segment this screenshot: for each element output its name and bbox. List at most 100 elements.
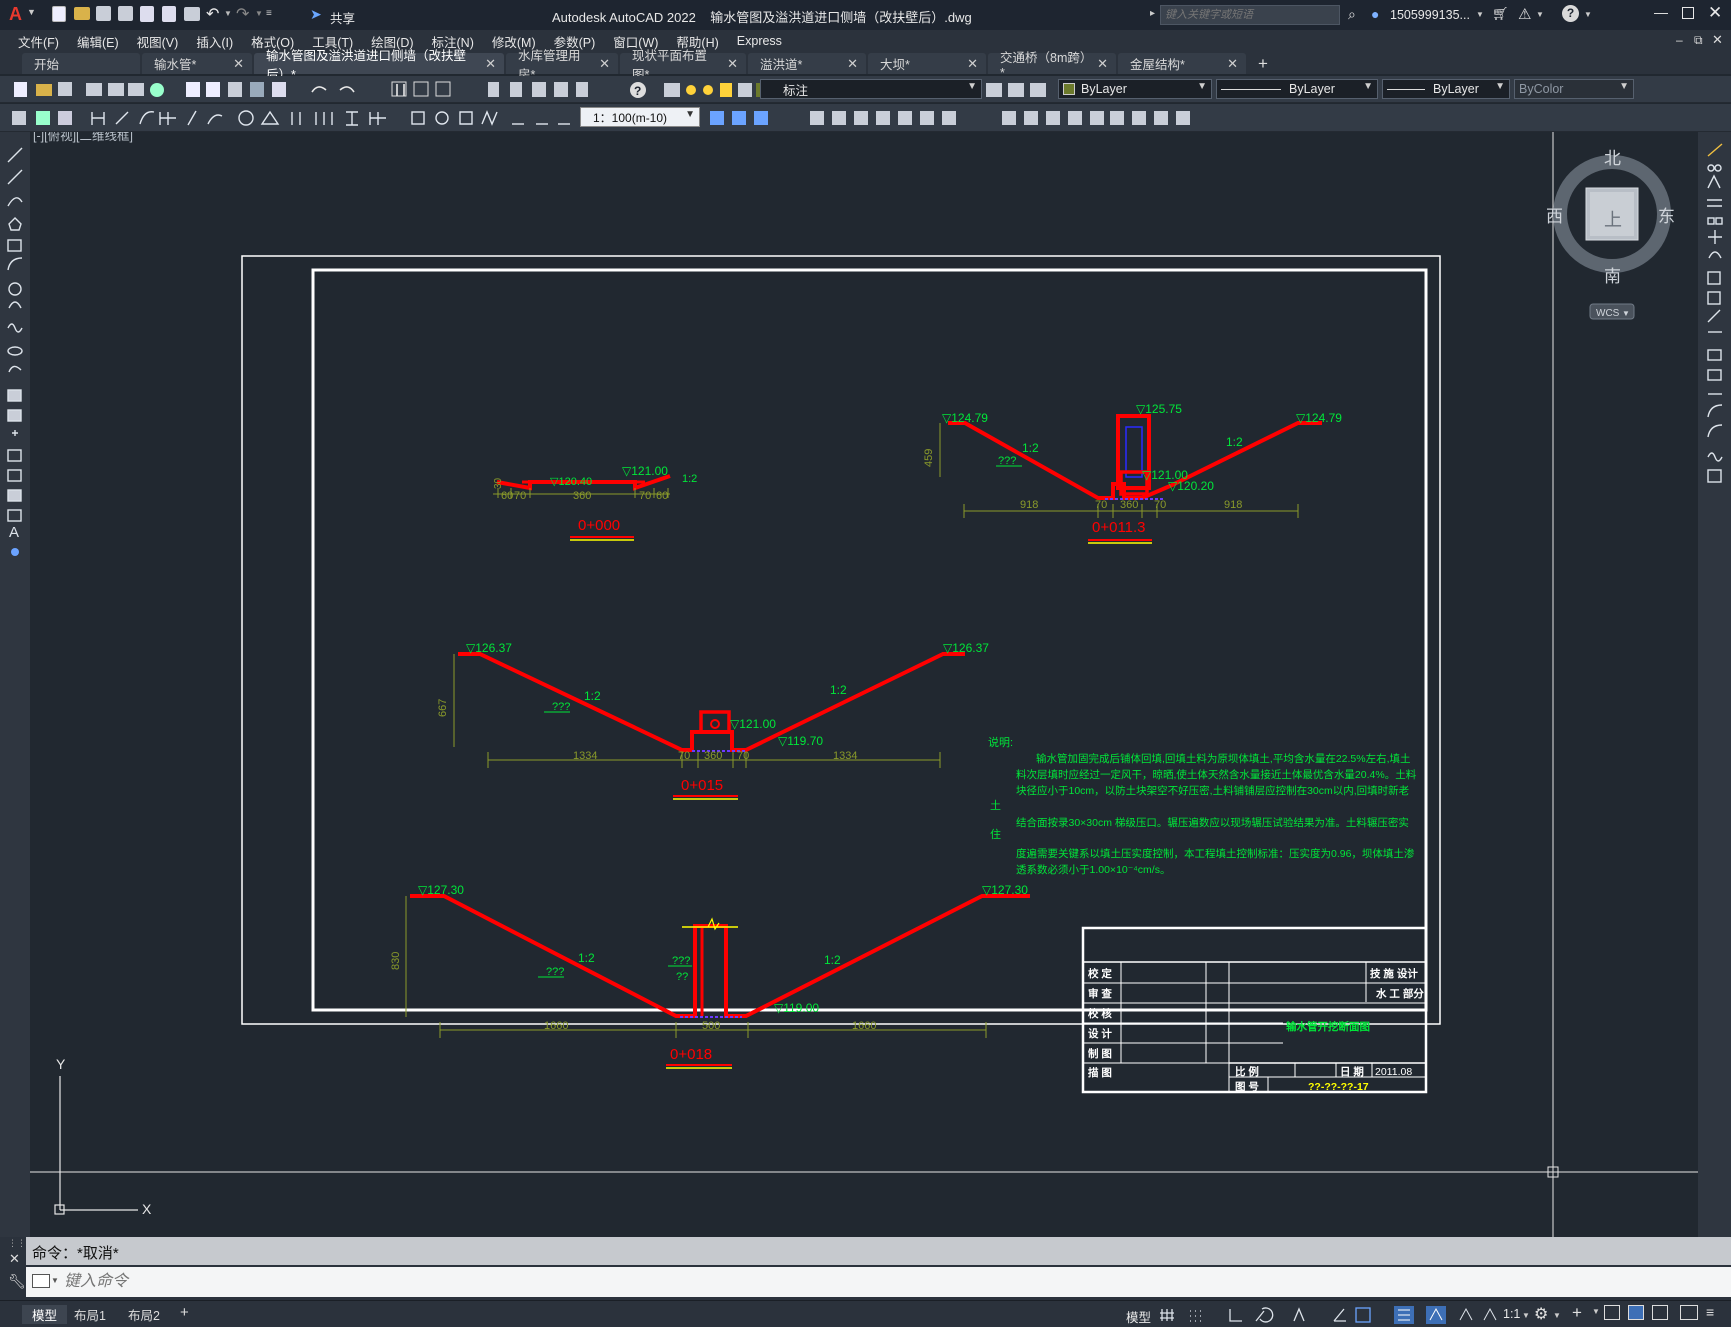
search-input[interactable] — [1160, 5, 1340, 25]
menu-express[interactable]: Express — [728, 34, 791, 48]
doc-close-icon[interactable]: ✕ — [1712, 32, 1723, 48]
redo-icon[interactable]: ↷ — [236, 4, 249, 24]
drawing-canvas[interactable]: [-][俯视][二维线框] 60 70 360 70 60 30 ▽121.00… — [30, 132, 1698, 1237]
open-icon[interactable] — [74, 7, 90, 20]
command-prompt-dropdown-icon[interactable]: ▼ — [51, 1276, 59, 1285]
menu-view[interactable]: 视图(V) — [128, 32, 188, 51]
save-as-icon[interactable] — [118, 6, 133, 21]
minimize-icon[interactable]: — — [1654, 4, 1668, 20]
slope-note: ??? — [546, 966, 564, 978]
command-input[interactable] — [64, 1269, 1714, 1295]
workspace-dropdown-icon[interactable]: ▼ — [1553, 1311, 1561, 1320]
notes-side-2: 住 — [990, 827, 1001, 841]
layer-toolbar-icons[interactable] — [660, 79, 770, 101]
model-space-button[interactable]: 模型 — [1126, 1307, 1151, 1326]
search-icon[interactable]: ⌕ — [1348, 6, 1356, 23]
add-layout-button[interactable]: + — [180, 1304, 189, 1321]
help-icon[interactable]: ? — [1562, 5, 1579, 22]
share-button[interactable]: 共享 — [330, 8, 355, 27]
tab-close-icon[interactable]: ✕ — [485, 56, 496, 72]
model-space[interactable]: 60 70 360 70 60 30 ▽121.00 ▽120.40 1:2 0… — [30, 132, 1698, 1237]
cart-icon[interactable]: 🛒︎ — [1492, 6, 1509, 22]
layer-dropdown[interactable]: 标注 ▼ — [760, 79, 982, 99]
tb-row-label: 描 图 — [1088, 1066, 1112, 1079]
tab-close-icon[interactable]: ✕ — [1227, 56, 1238, 72]
dim-60-right: 60 — [656, 490, 668, 502]
tab-close-icon[interactable]: ✕ — [727, 56, 738, 72]
tab-close-icon[interactable]: ✕ — [1097, 56, 1108, 72]
tab-start[interactable]: 开始 — [22, 53, 140, 74]
isolate-icon[interactable] — [1628, 1305, 1644, 1320]
lineweight-dropdown[interactable]: ByLayer ▼ — [1382, 79, 1510, 99]
new-tab-button[interactable]: + — [1258, 54, 1268, 74]
scale-dropdown-icon[interactable]: ▼ — [1522, 1311, 1530, 1320]
customize-qat-icon[interactable]: ≡ — [266, 8, 272, 19]
account-dropdown-icon[interactable]: ▼ — [1536, 10, 1544, 19]
modify-toolbar-side-icons[interactable] — [1698, 132, 1731, 552]
undo-icon[interactable]: ↶ — [206, 4, 219, 24]
tab-file-5[interactable]: 溢洪道* ✕ — [748, 53, 866, 74]
tab-file-8[interactable]: 金屋结构* ✕ — [1118, 53, 1246, 74]
app-menu-chevron-icon[interactable]: ▼ — [27, 7, 36, 17]
dimension-toolbar-icons[interactable] — [0, 104, 580, 132]
linetype-preview — [1221, 88, 1281, 90]
open-web-icon[interactable] — [140, 6, 154, 22]
help-dropdown-icon[interactable]: ▼ — [1584, 10, 1592, 19]
elev-right: ▽127.30 — [982, 883, 1028, 897]
annotation-scale[interactable]: 1:1 — [1503, 1307, 1520, 1321]
customize-icon[interactable]: 🔧︎ — [8, 1273, 26, 1290]
close-icon[interactable]: ✕ — [1708, 3, 1722, 23]
color-dropdown[interactable]: ByLayer ▼ — [1058, 79, 1212, 99]
tab-file-7[interactable]: 交通桥（8m跨）* ✕ — [988, 51, 1116, 80]
fullscreen-icon[interactable] — [1680, 1305, 1698, 1320]
tab-file-3[interactable]: 水库管理用房* ✕ — [506, 49, 618, 82]
command-grip-icon[interactable]: ⋮⋮ — [8, 1238, 26, 1249]
menu-edit[interactable]: 编辑(E) — [68, 32, 128, 51]
search-expand-icon[interactable]: ▸ — [1150, 8, 1155, 19]
app-logo[interactable]: A — [9, 4, 22, 25]
share-icon[interactable]: ➤ — [310, 6, 322, 23]
plot-icon[interactable] — [184, 7, 200, 21]
draw-toolbar-icons[interactable]: A — [0, 132, 30, 582]
tab-close-icon[interactable]: ✕ — [233, 56, 244, 72]
command-close-icon[interactable]: ✕ — [9, 1251, 20, 1267]
hardware-accel-icon[interactable] — [1604, 1305, 1620, 1320]
save-web-icon[interactable] — [162, 6, 176, 22]
user-dropdown-icon[interactable]: ▼ — [1476, 10, 1484, 19]
standard-toolbar-icons[interactable]: ? — [0, 76, 700, 103]
user-name[interactable]: 1505999135... — [1390, 8, 1470, 22]
doc-restore-icon[interactable]: ⧉ — [1694, 33, 1703, 48]
tab-close-icon[interactable]: ✕ — [967, 56, 978, 72]
layout-tab-2[interactable]: 布局2 — [118, 1305, 170, 1324]
workspace-gear-icon[interactable]: ⚙ — [1534, 1304, 1548, 1324]
tab-file-1[interactable]: 输水管* ✕ — [142, 53, 252, 74]
new-icon[interactable] — [52, 6, 66, 22]
plotstyle-dropdown[interactable]: ByColor ▼ — [1514, 79, 1634, 99]
doc-minimize-icon[interactable]: – — [1676, 33, 1683, 47]
clean-screen-icon[interactable] — [1652, 1305, 1668, 1320]
user-icon[interactable]: ● — [1371, 6, 1379, 22]
dimension-scale-dropdown[interactable]: 1：100(m-10) ▼ — [580, 107, 700, 127]
layout-tab-1[interactable]: 布局1 — [64, 1305, 116, 1324]
menu-insert[interactable]: 插入(I) — [187, 32, 242, 51]
tab-close-icon[interactable]: ✕ — [847, 56, 858, 72]
annotation-monitor-icon[interactable]: + — [1572, 1303, 1582, 1323]
layout-tab-model[interactable]: 模型 — [22, 1305, 68, 1324]
maximize-icon[interactable] — [1682, 7, 1694, 19]
tab-file-2[interactable]: 输水管图及溢洪道进口侧墙（改扶壁后）* ✕ — [254, 49, 504, 82]
tab-close-icon[interactable]: ✕ — [599, 56, 610, 72]
layer-tools-icons[interactable] — [982, 79, 1062, 101]
redo-dropdown-icon[interactable]: ▼ — [255, 9, 263, 18]
save-icon[interactable] — [96, 6, 111, 21]
tab-file-6[interactable]: 大坝* ✕ — [868, 53, 986, 74]
linetype-dropdown[interactable]: ByLayer ▼ — [1216, 79, 1378, 99]
customize-status-icon[interactable]: ≡ — [1706, 1304, 1714, 1320]
modify-toolbar-icons[interactable] — [702, 104, 1222, 132]
command-prompt-icon[interactable] — [32, 1274, 50, 1288]
undo-dropdown-icon[interactable]: ▼ — [224, 9, 232, 18]
tab-file-4[interactable]: 现状平面布置图* ✕ — [620, 49, 746, 82]
autodesk-account-icon[interactable]: ⚠︎ — [1518, 5, 1531, 23]
viewcube[interactable]: 上 北 南 东 西 WCS ▼ — [1546, 149, 1675, 320]
units-icon[interactable]: ▼ — [1592, 1307, 1600, 1316]
menu-file[interactable]: 文件(F) — [9, 32, 68, 51]
